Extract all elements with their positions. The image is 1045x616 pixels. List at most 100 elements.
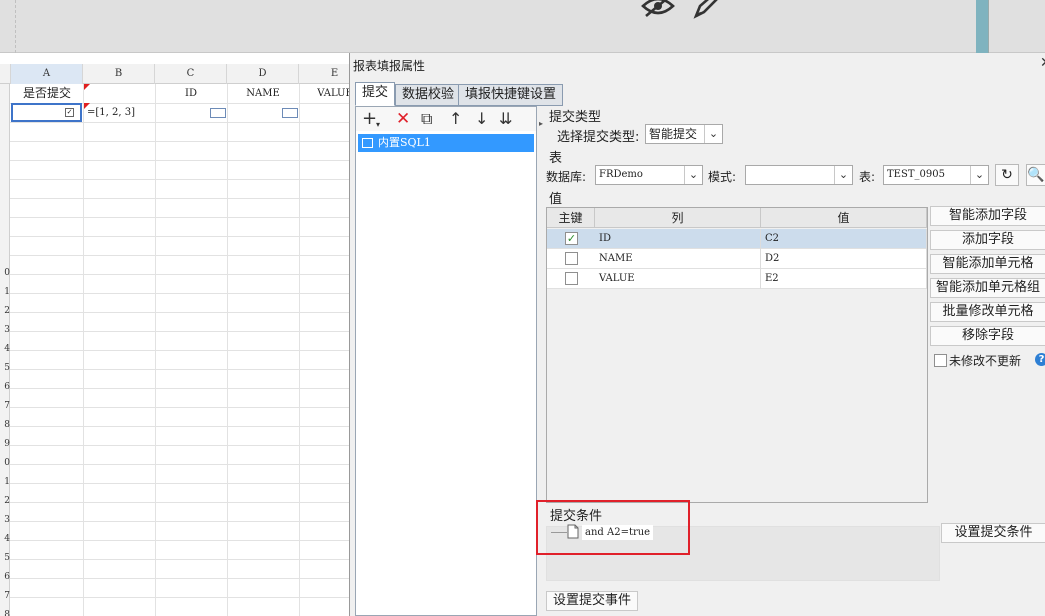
cell-b2[interactable]: =[1, 2, 3]	[87, 103, 135, 122]
chevron-right-icon[interactable]: ▸	[539, 119, 543, 128]
remove-field-button[interactable]: 移除字段	[930, 326, 1045, 346]
move-up-icon[interactable]: ↑	[449, 109, 462, 129]
row-number[interactable]: 2	[0, 492, 10, 511]
row-number[interactable]: 4	[0, 340, 10, 359]
pencil-icon[interactable]	[690, 0, 720, 20]
checkbox-widget-icon[interactable]: ✓	[65, 108, 74, 117]
close-icon[interactable]: ✕	[1040, 55, 1045, 71]
cell-a1[interactable]: 是否提交	[11, 84, 83, 103]
batch-modify-cell-button[interactable]: 批量修改单元格	[930, 302, 1045, 322]
primary-key-checkbox[interactable]	[565, 272, 578, 285]
submit-items-panel: + ▾ ✕ ⧉ ↑ ↓ ⇊ 内置SQL1	[355, 106, 537, 616]
value-section-label: 值	[549, 192, 563, 207]
grid-line	[10, 160, 350, 161]
grid-line	[10, 597, 350, 598]
database-select[interactable]: FRDemo ⌄	[595, 165, 703, 185]
preview-icon[interactable]: 🔍	[1026, 164, 1045, 186]
add-field-button[interactable]: 添加字段	[930, 230, 1045, 250]
add-icon[interactable]: +	[362, 109, 377, 129]
text-widget-icon[interactable]	[210, 108, 226, 118]
cell-marker	[84, 84, 90, 90]
row-number[interactable]: 3	[0, 511, 10, 530]
row-number[interactable]: 8	[0, 606, 10, 616]
chevron-down-icon: ⌄	[834, 166, 852, 184]
row-number[interactable]: 7	[0, 397, 10, 416]
corner-cell	[0, 64, 11, 84]
dialog-title: 报表填报属性	[353, 59, 426, 73]
grid-line	[10, 578, 350, 579]
submit-type-select[interactable]: 智能提交 ⌄	[645, 124, 723, 144]
row-number[interactable]: 4	[0, 530, 10, 549]
mode-label: 模式:	[708, 170, 737, 184]
row-number[interactable]: 5	[0, 359, 10, 378]
table-row[interactable]: VALUE E2	[547, 269, 927, 289]
set-submit-event-button[interactable]: 设置提交事件	[546, 591, 638, 611]
row-number[interactable]: 7	[0, 587, 10, 606]
column-header-e[interactable]: E	[299, 64, 350, 84]
grid-line	[10, 198, 350, 199]
set-submit-condition-button[interactable]: 设置提交条件	[941, 523, 1045, 543]
cell-e1[interactable]: VALUE	[299, 84, 350, 103]
row-number[interactable]: 1	[0, 283, 10, 302]
column-header-row: A B C D E	[0, 64, 350, 84]
column-header-column[interactable]: 列	[595, 208, 761, 228]
column-header-a[interactable]: A	[11, 64, 83, 84]
chevron-down-icon[interactable]: ▾	[376, 115, 380, 135]
row-number[interactable]: 2	[0, 302, 10, 321]
chevron-down-icon: ⌄	[970, 166, 988, 184]
value-table: 主键 列 值 ✓ ID C2 NAME D2 VALUE E2	[546, 207, 928, 503]
table-row[interactable]: NAME D2	[547, 249, 927, 269]
value-cell[interactable]: D2	[761, 249, 927, 269]
tab-submit[interactable]: 提交	[355, 82, 396, 106]
table-row[interactable]: ✓ ID C2	[547, 229, 927, 249]
row-number[interactable]: 0	[0, 454, 10, 473]
value-cell[interactable]: E2	[761, 269, 927, 289]
row-number[interactable]: 0	[0, 264, 10, 283]
row-number[interactable]: 3	[0, 321, 10, 340]
column-header-value[interactable]: 值	[761, 208, 927, 228]
spreadsheet-grid[interactable]: A B C D E 0 1 2 3 4 5 6 7 8 9 0 1 2 3 4 …	[0, 64, 350, 616]
column-cell[interactable]: VALUE	[595, 269, 761, 289]
row-number[interactable]: 6	[0, 568, 10, 587]
column-cell[interactable]: ID	[595, 229, 761, 249]
column-cell[interactable]: NAME	[595, 249, 761, 269]
cell-a2-selected[interactable]: ✓	[11, 103, 82, 122]
sort-icon[interactable]: ⇊	[499, 109, 512, 129]
unmodified-no-update-checkbox[interactable]	[934, 354, 947, 367]
copy-icon[interactable]: ⧉	[421, 109, 432, 129]
mode-select[interactable]: ⌄	[745, 165, 853, 185]
column-header-primary-key[interactable]: 主键	[547, 208, 595, 228]
table-select[interactable]: TEST_0905 ⌄	[883, 165, 989, 185]
smart-add-cell-group-button[interactable]: 智能添加单元格组	[930, 278, 1045, 298]
primary-key-checkbox[interactable]: ✓	[565, 232, 578, 245]
help-icon[interactable]: ?	[1035, 353, 1045, 366]
cell-c1[interactable]: ID	[155, 84, 227, 103]
refresh-icon[interactable]: ↻	[995, 164, 1019, 186]
row-number[interactable]: 5	[0, 549, 10, 568]
database-value: FRDemo	[599, 169, 643, 180]
tab-fill-shortcut-settings[interactable]: 填报快捷键设置	[458, 84, 564, 106]
row-number[interactable]: 9	[0, 435, 10, 454]
move-down-icon[interactable]: ↓	[475, 109, 488, 129]
row-number[interactable]: 8	[0, 416, 10, 435]
column-header-b[interactable]: B	[83, 64, 155, 84]
database-label: 数据库:	[546, 170, 587, 184]
smart-add-cell-button[interactable]: 智能添加单元格	[930, 254, 1045, 274]
value-cell[interactable]: C2	[761, 229, 927, 249]
text-widget-icon[interactable]	[282, 108, 298, 118]
grid-line	[10, 445, 350, 446]
scrollbar-strip[interactable]	[976, 0, 988, 53]
eye-off-icon[interactable]	[640, 0, 676, 20]
grid-line	[10, 483, 350, 484]
primary-key-checkbox[interactable]	[565, 252, 578, 265]
row-number[interactable]: 6	[0, 378, 10, 397]
row-number[interactable]: 1	[0, 473, 10, 492]
column-header-c[interactable]: C	[155, 64, 227, 84]
column-header-d[interactable]: D	[227, 64, 299, 84]
list-item-builtin-sql[interactable]: 内置SQL1	[358, 134, 534, 152]
delete-icon[interactable]: ✕	[396, 109, 410, 129]
sql-item-icon	[362, 138, 373, 148]
tab-data-validation[interactable]: 数据校验	[395, 84, 462, 106]
smart-add-field-button[interactable]: 智能添加字段	[930, 206, 1045, 226]
cell-d1[interactable]: NAME	[227, 84, 299, 103]
